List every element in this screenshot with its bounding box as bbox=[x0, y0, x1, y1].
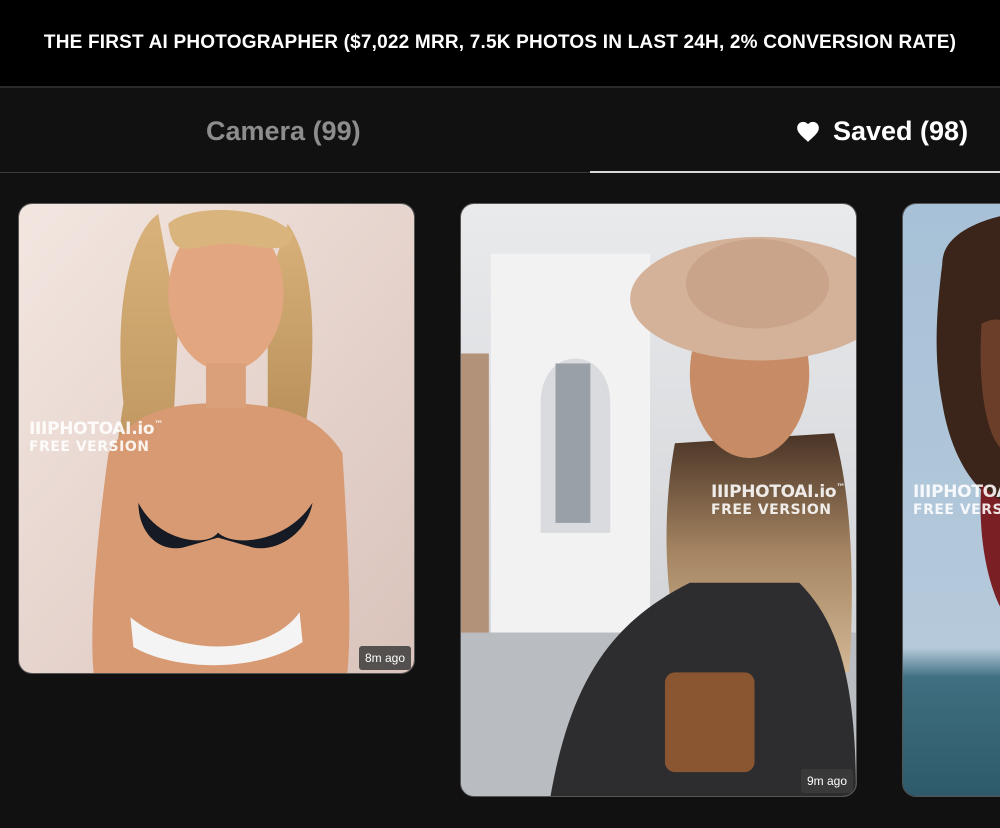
photo-card[interactable]: IIIPHOTOAI.io™ FREE VERSION 9m ago bbox=[460, 203, 857, 797]
photo-card[interactable]: IIIPHOTOAI.io™ FREE VERSION 8m ago bbox=[18, 203, 415, 674]
timestamp: 9m ago bbox=[800, 769, 853, 793]
heart-icon bbox=[797, 121, 819, 142]
tab-bar: Camera (99) Saved (98) bbox=[0, 88, 1000, 174]
timestamp: 8m ago bbox=[358, 646, 411, 670]
tab-saved-label: Saved (98) bbox=[833, 115, 969, 146]
banner-title: THE FIRST AI PHOTOGRAPHER ($7,022 MRR, 7… bbox=[43, 32, 957, 53]
watermark: IIIPHOTOAI.io™ FREE VERSION bbox=[913, 482, 1000, 518]
watermark: IIIPHOTOAI.io™ FREE VERSION bbox=[711, 482, 845, 518]
photo-card[interactable]: IIIPHOTOAI.io™ FREE VERSION bbox=[902, 203, 1000, 797]
tab-camera[interactable]: Camera (99) bbox=[206, 88, 361, 174]
active-tab-indicator bbox=[590, 171, 1000, 173]
top-banner: THE FIRST AI PHOTOGRAPHER ($7,022 MRR, 7… bbox=[0, 0, 1000, 86]
watermark: IIIPHOTOAI.io™ FREE VERSION bbox=[29, 419, 163, 455]
tab-camera-label: Camera (99) bbox=[206, 115, 361, 146]
tab-saved[interactable]: Saved (98) bbox=[795, 88, 968, 174]
